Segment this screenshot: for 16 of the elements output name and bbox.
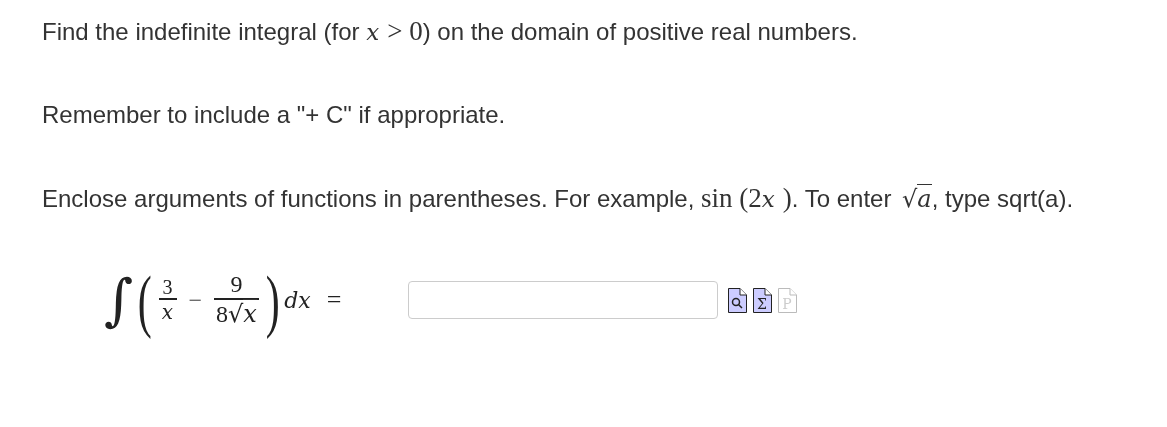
preview-icon[interactable] [728,287,747,313]
equals-sign: = [326,285,342,315]
minus-sign: − [188,286,203,314]
denominator: x [161,300,174,324]
numerator: 9 [214,271,259,300]
integral-sign: ∫ [104,266,134,334]
answer-field[interactable] [408,281,718,319]
parenthesis: ) [265,261,280,339]
numerator: 3 [158,276,177,300]
parenthesis: ( [137,261,152,339]
denominator: 8√x [216,299,257,329]
equation-icon[interactable]: Σ [753,287,772,313]
differential: dx [284,287,311,313]
instruction-text: Remember to include a "+ C" if appropriate. [42,100,507,130]
instruction-text: Find the indefinite integral (for x > 0) on the domain of positive real numbers. [42,16,859,47]
instruction-text: Enclose arguments of functions in parentheses. For example, sin (2x ). To enter √a, type sqrt(a). [42,183,1075,214]
